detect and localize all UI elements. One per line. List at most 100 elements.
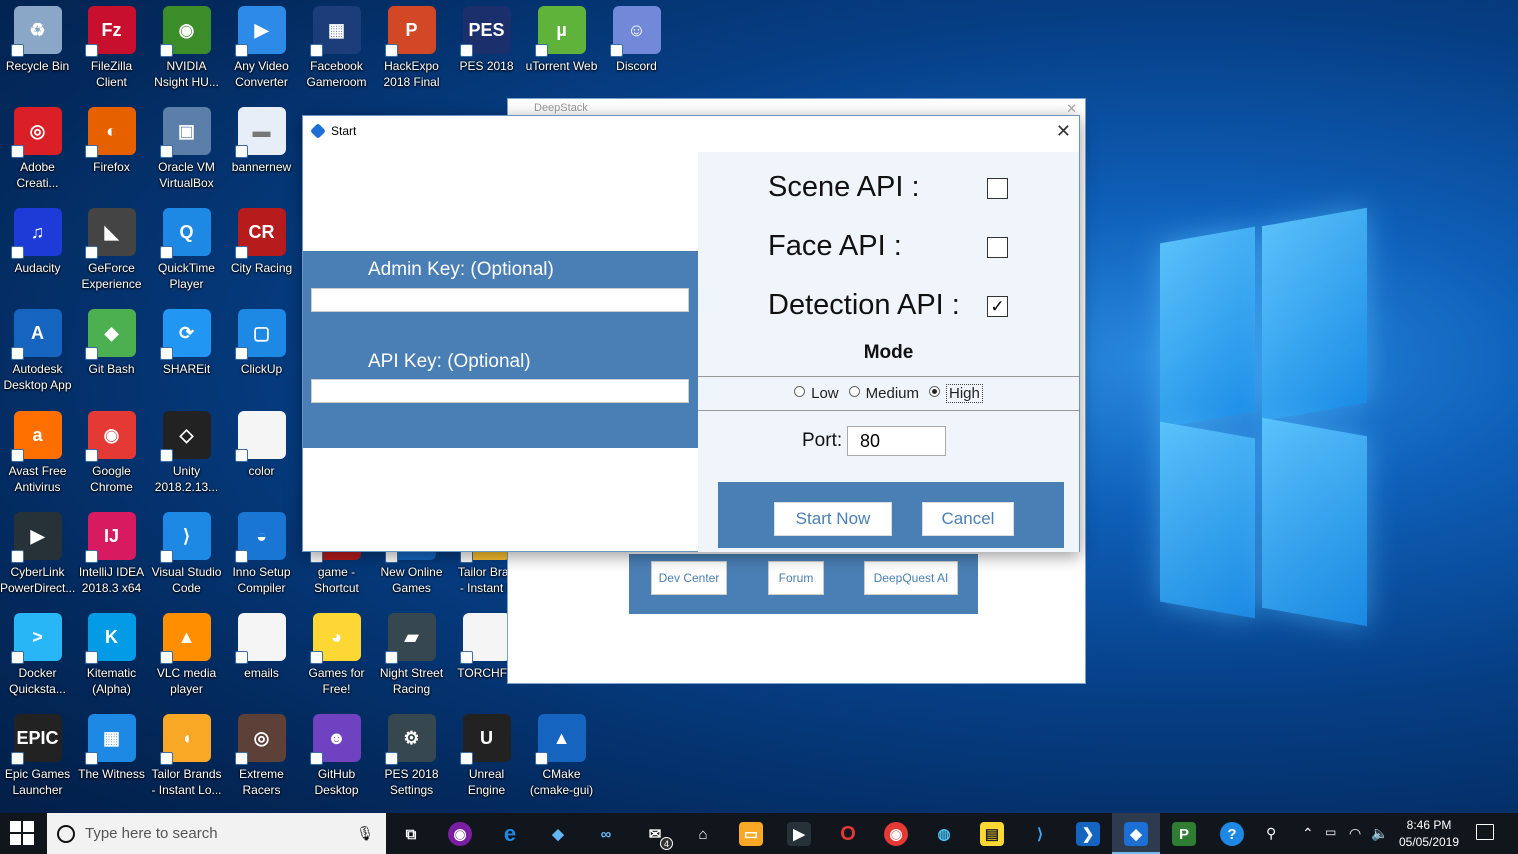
app-icon: ◉ bbox=[159, 6, 211, 57]
face-api-checkbox[interactable] bbox=[987, 237, 1008, 258]
desktop-icon-label: Unity 2018.2.13... bbox=[154, 464, 219, 494]
mode-low-radio[interactable] bbox=[794, 386, 806, 397]
mode-medium-radio[interactable] bbox=[848, 386, 860, 397]
dev-center-button[interactable]: Dev Center bbox=[651, 561, 727, 595]
desktop-icon[interactable]: ▶ Any Video Converter bbox=[224, 0, 299, 100]
store-icon[interactable]: ⌂ bbox=[691, 822, 715, 846]
mode-high-option[interactable]: High bbox=[929, 384, 983, 403]
app-icon: ♫ bbox=[10, 208, 62, 259]
deepquest-ai-button[interactable]: DeepQuest AI bbox=[864, 561, 958, 595]
app-icon: ◕ bbox=[309, 613, 361, 664]
edge-icon[interactable]: e bbox=[498, 821, 522, 846]
desktop-icon[interactable]: Fz FileZilla Client bbox=[74, 0, 149, 100]
scene-api-checkbox[interactable] bbox=[987, 178, 1008, 199]
desktop-icon[interactable]: PES PES 2018 bbox=[449, 0, 524, 100]
desktop-icon[interactable]: EPIC Epic Games Launcher bbox=[0, 708, 75, 808]
microphone-icon[interactable]: 🎙 bbox=[356, 825, 374, 842]
taskbar-search-box[interactable]: Type here to search 🎙 bbox=[47, 813, 386, 854]
desktop-icon[interactable]: ◉ Google Chrome bbox=[74, 405, 149, 505]
chrome-icon[interactable]: ◉ bbox=[884, 822, 908, 846]
desktop-icon[interactable]: ▢ ClickUp bbox=[224, 303, 299, 403]
app-icon: P bbox=[384, 6, 436, 57]
desktop-icon[interactable]: ▲ VLC media player bbox=[149, 607, 224, 707]
desktop-icon[interactable]: ☻ GitHub Desktop bbox=[299, 708, 374, 808]
desktop-icon[interactable]: ▲ CMake (cmake-gui) bbox=[524, 708, 599, 808]
task-view-icon[interactable]: ⧉ bbox=[399, 822, 423, 846]
mode-medium-option[interactable]: Medium bbox=[848, 385, 919, 402]
desktop-icon-label: Oracle VM VirtualBox bbox=[158, 160, 215, 190]
desktop-icon[interactable]: ◣ GeForce Experience bbox=[74, 202, 149, 302]
cyberlink-taskbar-icon[interactable]: ▶ bbox=[787, 822, 811, 846]
port-input[interactable]: 80 bbox=[847, 426, 946, 456]
infinity-app-icon[interactable]: ∞ bbox=[594, 822, 618, 846]
desktop-icon[interactable]: ▬ bannernew bbox=[224, 101, 299, 201]
forum-button[interactable]: Forum bbox=[768, 561, 824, 595]
app-icon: ⚙ bbox=[384, 714, 436, 765]
api-key-input[interactable] bbox=[311, 379, 689, 403]
desktop-icon[interactable]: a Avast Free Antivirus bbox=[0, 405, 75, 505]
desktop-icon[interactable]: Q QuickTime Player bbox=[149, 202, 224, 302]
desktop-icon[interactable]: ▣ Oracle VM VirtualBox bbox=[149, 101, 224, 201]
desktop-icon[interactable]: ◉ NVIDIA Nsight HU... bbox=[149, 0, 224, 100]
desktop-icon[interactable]: ◎ Extreme Racers bbox=[224, 708, 299, 808]
app-icon: ▦ bbox=[84, 714, 136, 765]
desktop-icon[interactable]: IJ IntelliJ IDEA 2018.3 x64 bbox=[74, 506, 149, 606]
desktop-icon[interactable]: ♻ Recycle Bin bbox=[0, 0, 75, 100]
powershell-icon[interactable]: ❯ bbox=[1076, 822, 1100, 846]
app-icon: ◎ bbox=[10, 107, 62, 158]
desktop-icon[interactable]: emails bbox=[224, 607, 299, 707]
mode-low-option[interactable]: Low bbox=[794, 385, 839, 402]
start-now-button[interactable]: Start Now bbox=[774, 502, 892, 536]
desktop-icon[interactable]: P HackExpo 2018 Final bbox=[374, 0, 449, 100]
desktop-icon[interactable]: ▦ Facebook Gameroom bbox=[299, 0, 374, 100]
network-app-icon[interactable]: ◍ bbox=[932, 822, 956, 846]
file-explorer-icon[interactable]: ▭ bbox=[739, 822, 763, 846]
desktop-icon[interactable]: ▰ Night Street Racing bbox=[374, 607, 449, 707]
vscode-taskbar-icon[interactable]: ⟩ bbox=[1028, 822, 1052, 846]
desktop-icon[interactable]: ◖ Tailor Brands - Instant Lo... bbox=[149, 708, 224, 808]
desktop-icon[interactable]: U Unreal Engine bbox=[449, 708, 524, 808]
mode-high-radio[interactable] bbox=[929, 386, 941, 397]
desktop-icon[interactable]: ◆ Git Bash bbox=[74, 303, 149, 403]
desktop-icon[interactable]: > Docker Quicksta... bbox=[0, 607, 75, 707]
system-clock[interactable]: 8:46 PM 05/05/2019 bbox=[1394, 817, 1464, 851]
battery-icon[interactable]: ▭ bbox=[1325, 825, 1336, 839]
start-dialog-title: Start bbox=[331, 124, 357, 138]
chevron-up-icon[interactable]: ⌃ bbox=[1302, 825, 1314, 842]
desktop-icon[interactable]: K Kitematic (Alpha) bbox=[74, 607, 149, 707]
sticky-notes-icon[interactable]: ▤ bbox=[980, 822, 1004, 846]
desktop-icon[interactable]: ◎ Adobe Creati... bbox=[0, 101, 75, 201]
desktop-icon[interactable]: ◒ Inno Setup Compiler bbox=[224, 506, 299, 606]
desktop-icon[interactable]: ♫ Audacity bbox=[0, 202, 75, 302]
wifi-icon[interactable]: ◠ bbox=[1349, 825, 1361, 842]
desktop-icon[interactable]: color bbox=[224, 405, 299, 505]
desktop-icon[interactable]: ◕ Games for Free! bbox=[299, 607, 374, 707]
desktop-icon-label: game - Shortcut bbox=[314, 565, 359, 595]
project-icon[interactable]: P bbox=[1172, 822, 1196, 846]
action-center-icon[interactable] bbox=[1476, 824, 1494, 840]
desktop-icon[interactable]: CR City Racing bbox=[224, 202, 299, 302]
desktop-icon[interactable]: ☺ Discord bbox=[599, 0, 674, 100]
help-icon[interactable]: ? bbox=[1220, 822, 1244, 846]
volume-icon[interactable]: 🔈 bbox=[1371, 825, 1388, 842]
desktop-icon[interactable]: ▶ CyberLink PowerDirect... bbox=[0, 506, 75, 606]
port-label: Port: bbox=[802, 430, 843, 451]
desktop-icon[interactable]: ⚙ PES 2018 Settings bbox=[374, 708, 449, 808]
windows-start-button[interactable] bbox=[10, 821, 36, 847]
desktop-icon[interactable]: ◐ Firefox bbox=[74, 101, 149, 201]
opera-icon[interactable]: O bbox=[836, 822, 860, 846]
dropbox-icon[interactable]: ◆ bbox=[546, 822, 570, 846]
close-icon[interactable]: ✕ bbox=[1056, 121, 1071, 142]
desktop-icon[interactable]: A Autodesk Desktop App bbox=[0, 303, 75, 403]
windows-logo-wallpaper bbox=[1090, 195, 1367, 627]
desktop-icon[interactable]: ▦ The Witness bbox=[74, 708, 149, 808]
detection-api-checkbox[interactable]: ✓ bbox=[987, 296, 1008, 317]
cancel-button[interactable]: Cancel bbox=[922, 502, 1014, 536]
desktop-icon[interactable]: ⟩ Visual Studio Code bbox=[149, 506, 224, 606]
desktop-icon[interactable]: ⟳ SHAREit bbox=[149, 303, 224, 403]
desktop-icon[interactable]: µ uTorrent Web bbox=[524, 0, 599, 100]
people-icon[interactable]: ⚲ bbox=[1266, 825, 1276, 842]
admin-key-input[interactable] bbox=[311, 288, 689, 312]
desktop-icon[interactable]: ◇ Unity 2018.2.13... bbox=[149, 405, 224, 505]
browser-taskbar-icon[interactable]: ◉ bbox=[448, 822, 472, 846]
